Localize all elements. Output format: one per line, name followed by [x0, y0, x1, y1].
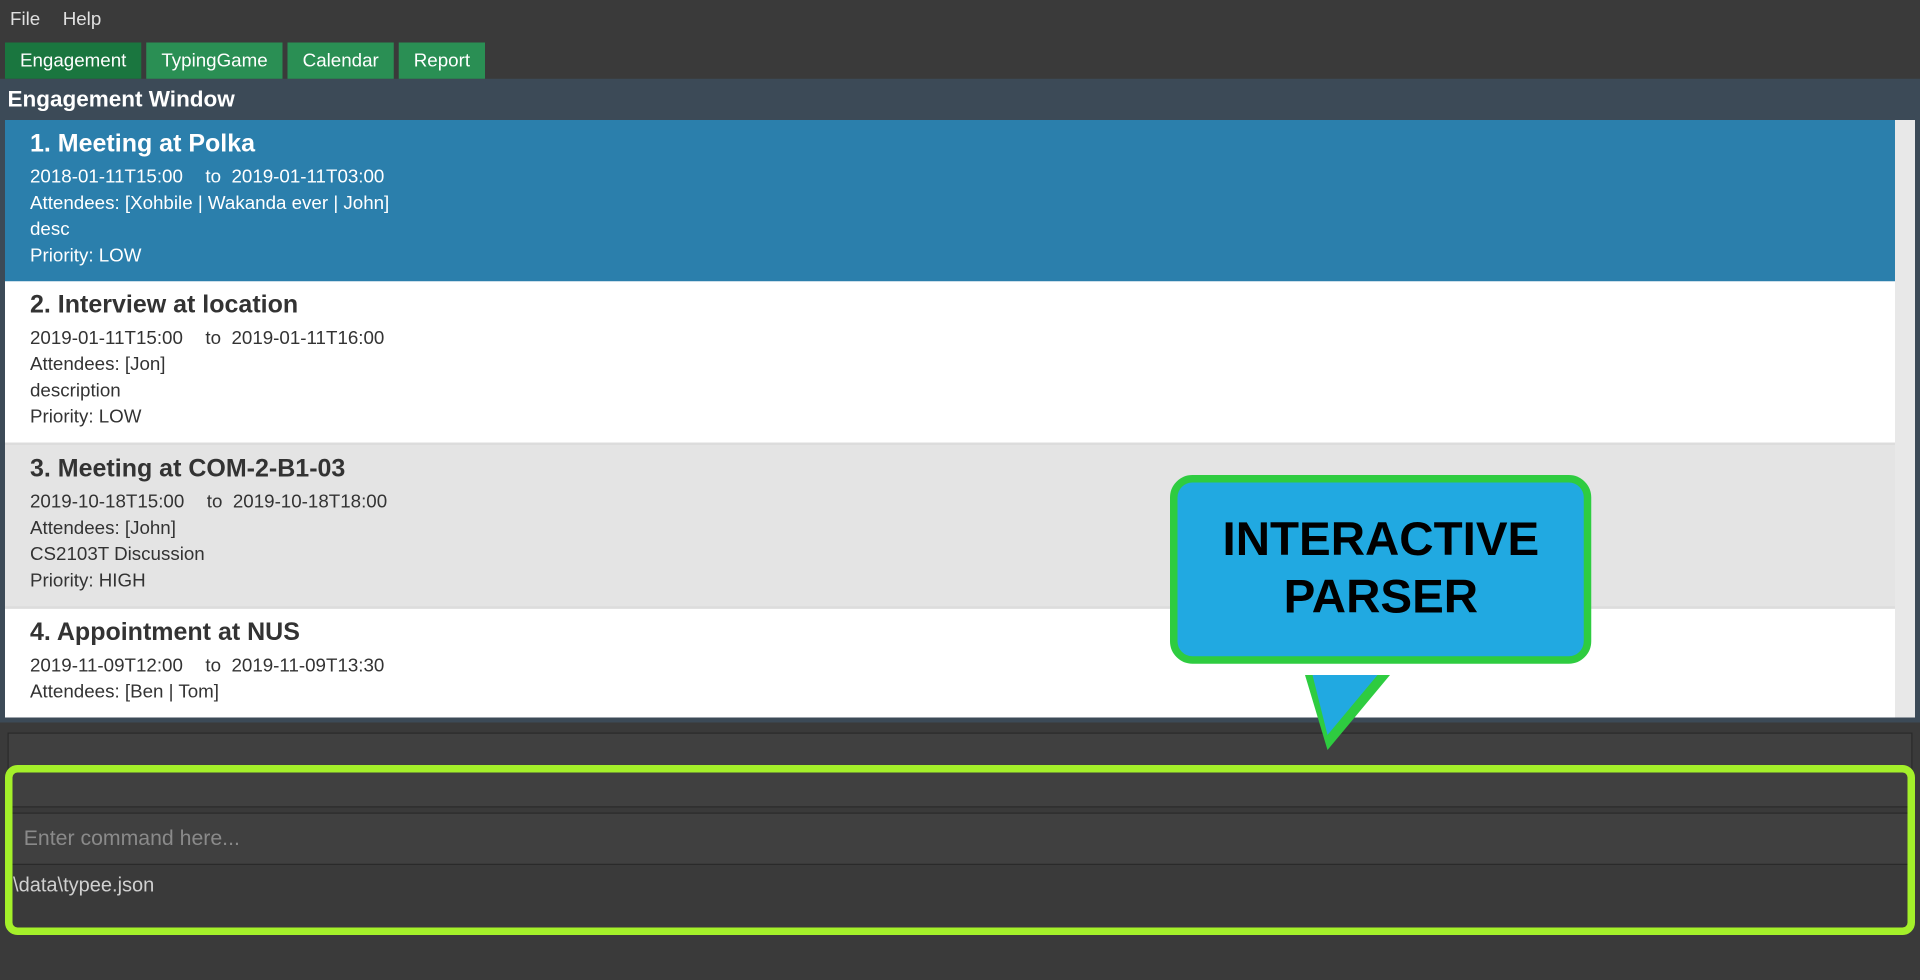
- engagement-list: 1. Meeting at Polka 2018-01-11T15:00to 20…: [5, 120, 1915, 718]
- tab-typinggame[interactable]: TypingGame: [146, 43, 282, 79]
- engagement-item[interactable]: 2. Interview at location 2019-01-11T15:00…: [5, 281, 1895, 445]
- engagement-item[interactable]: 4. Appointment at NUS 2019-11-09T12:00to …: [5, 609, 1895, 718]
- engagement-item[interactable]: 1. Meeting at Polka 2018-01-11T15:00to 20…: [5, 120, 1895, 281]
- menu-file[interactable]: File: [10, 8, 40, 29]
- command-input-wrap: [8, 813, 1913, 866]
- engagement-attendees: Attendees: [Jon]: [30, 351, 1870, 377]
- feedback-box: [8, 733, 1913, 808]
- engagement-attendees: Attendees: [Ben | Tom]: [30, 679, 1870, 705]
- callout-text: INTERACTIVE PARSER: [1223, 513, 1540, 627]
- engagement-attendees: Attendees: [John]: [30, 515, 1870, 541]
- tab-report[interactable]: Report: [399, 43, 485, 79]
- window-title: Engagement Window: [5, 81, 1915, 120]
- engagement-time: 2019-01-11T15:00to 2019-01-11T16:00: [30, 325, 1870, 351]
- engagement-description: desc: [30, 216, 1870, 242]
- content-area: Engagement Window 1. Meeting at Polka 201…: [0, 79, 1920, 723]
- tab-calendar[interactable]: Calendar: [288, 43, 394, 79]
- tabbar: EngagementTypingGameCalendarReport: [0, 38, 1920, 79]
- engagement-description: CS2103T Discussion: [30, 541, 1870, 567]
- engagement-time: 2019-10-18T15:00to 2019-10-18T18:00: [30, 489, 1870, 515]
- engagement-priority: Priority: LOW: [30, 243, 1870, 269]
- engagement-priority: Priority: LOW: [30, 404, 1870, 430]
- engagement-attendees: Attendees: [Xohbile | Wakanda ever | Joh…: [30, 190, 1870, 216]
- tab-engagement[interactable]: Engagement: [5, 43, 141, 79]
- engagement-title: 3. Meeting at COM-2-B1-03: [30, 455, 1870, 484]
- engagement-title: 4. Appointment at NUS: [30, 619, 1870, 648]
- callout-annotation: INTERACTIVE PARSER: [1170, 475, 1592, 664]
- engagement-title: 1. Meeting at Polka: [30, 130, 1870, 159]
- engagement-item[interactable]: 3. Meeting at COM-2-B1-03 2019-10-18T15:0…: [5, 445, 1895, 609]
- engagement-title: 2. Interview at location: [30, 291, 1870, 320]
- engagement-priority: Priority: HIGH: [30, 568, 1870, 594]
- engagement-time: 2019-11-09T12:00to 2019-11-09T13:30: [30, 653, 1870, 679]
- engagement-time: 2018-01-11T15:00to 2019-01-11T03:00: [30, 164, 1870, 190]
- statusbar-path: .\data\typee.json: [0, 865, 1920, 898]
- menubar: File Help: [0, 0, 1920, 38]
- scrollbar[interactable]: [1895, 120, 1915, 718]
- command-input[interactable]: [24, 826, 1897, 851]
- engagement-description: description: [30, 378, 1870, 404]
- menu-help[interactable]: Help: [63, 8, 102, 29]
